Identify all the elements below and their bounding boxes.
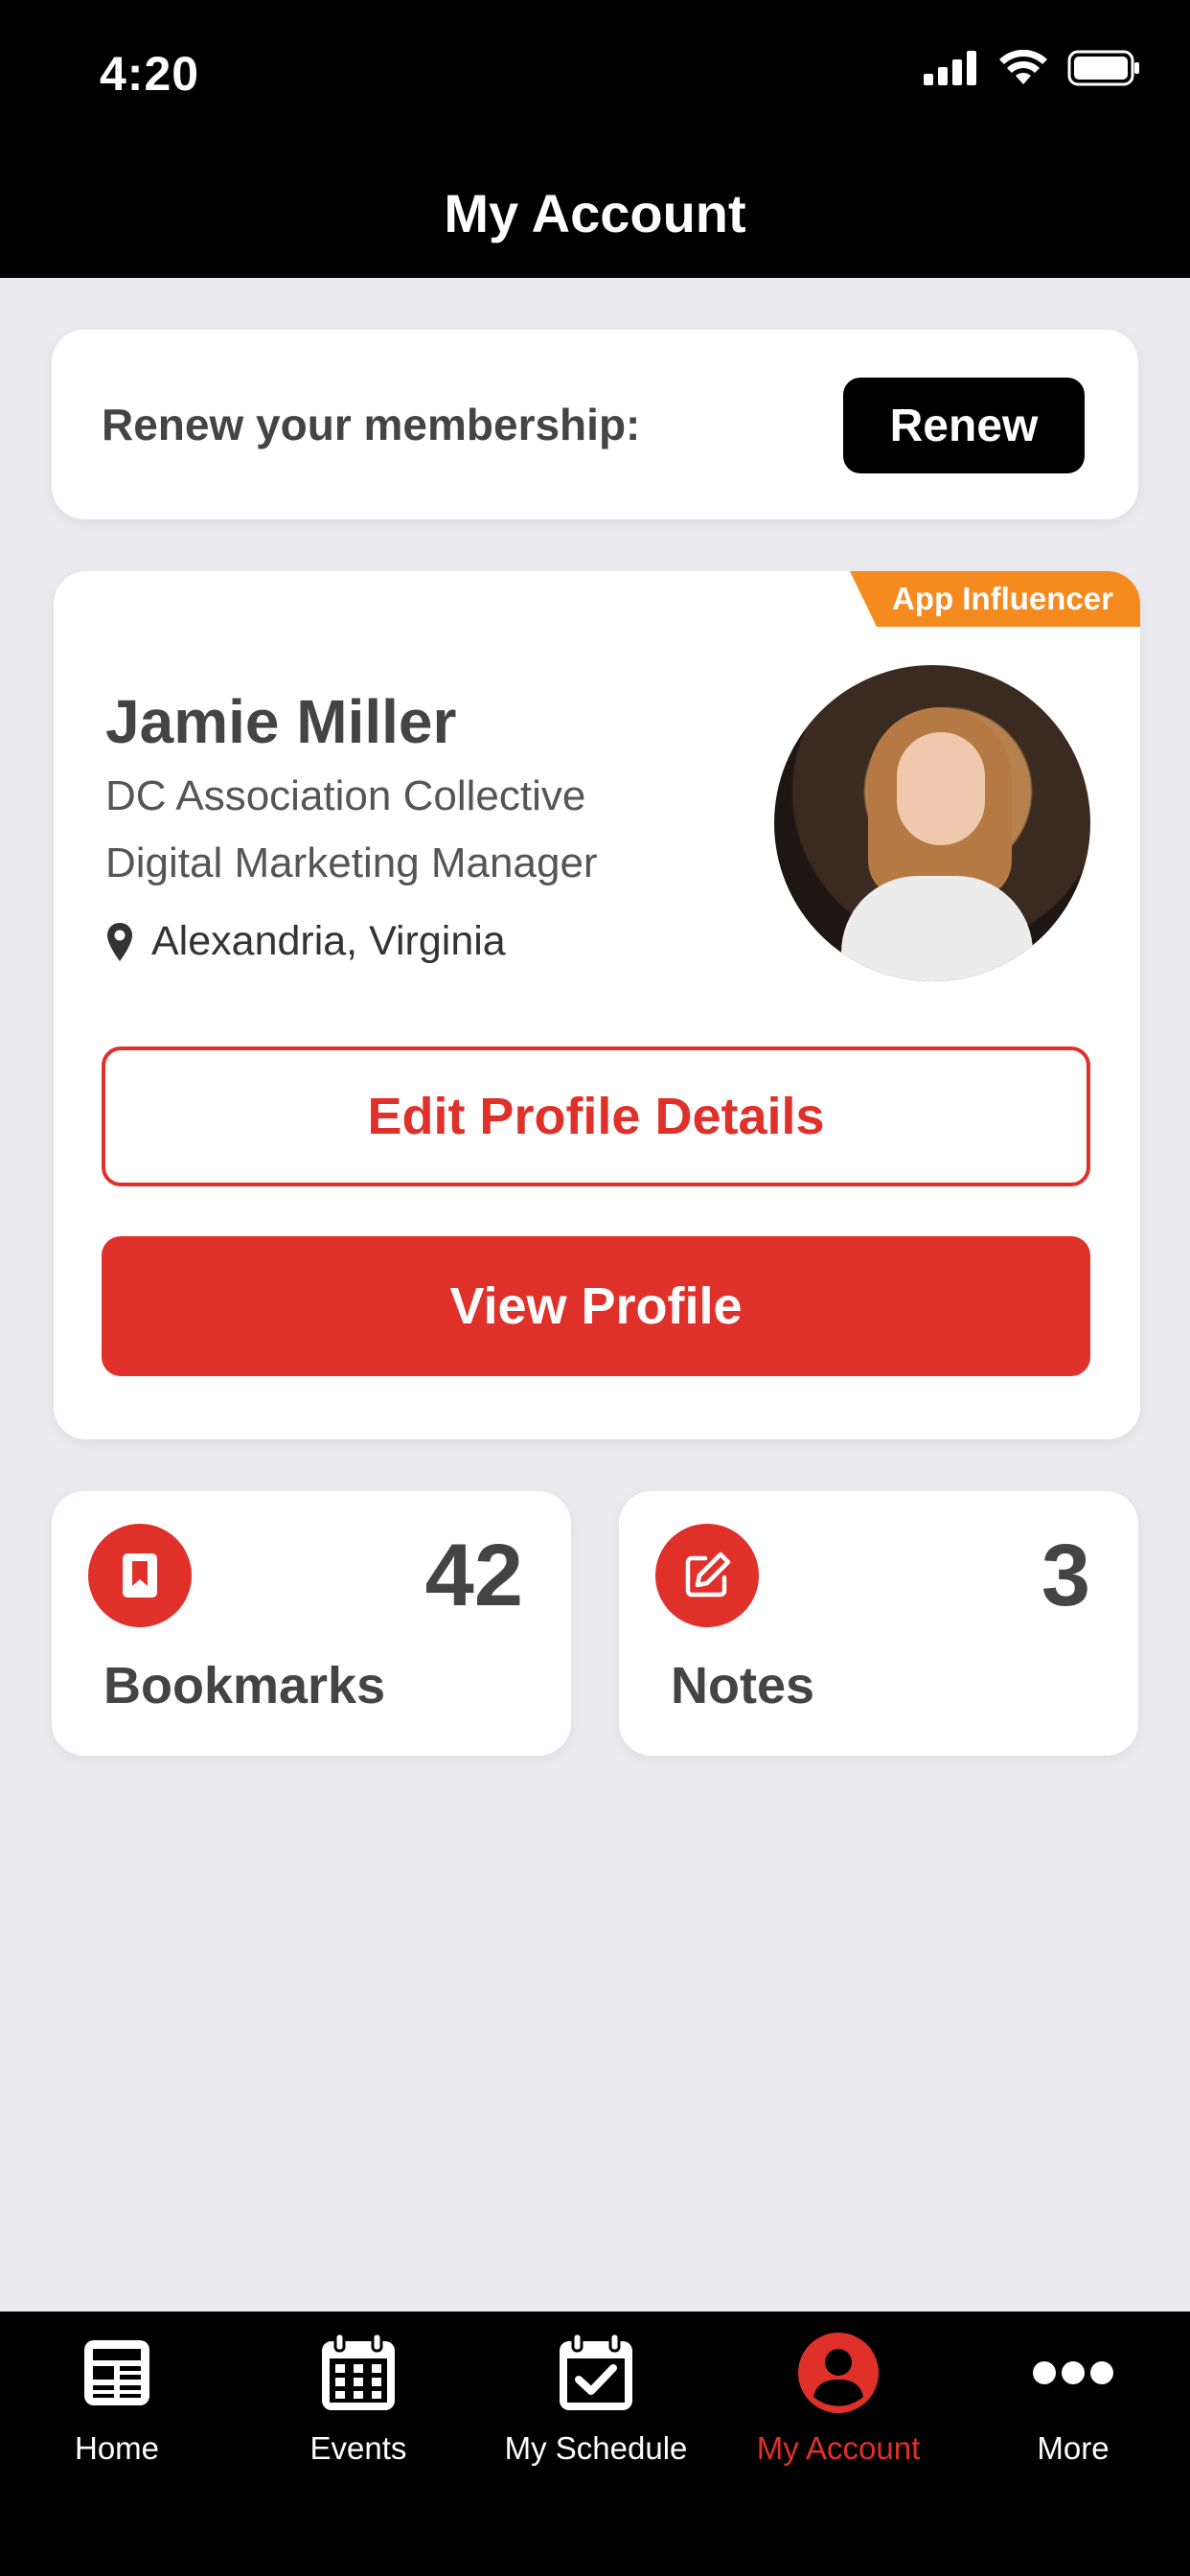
location-pin-icon xyxy=(107,922,132,961)
user-icon xyxy=(792,2327,884,2419)
notes-count: 3 xyxy=(1041,1527,1090,1624)
bookmark-icon xyxy=(88,1524,192,1627)
tab-home[interactable]: Home xyxy=(2,2327,232,2467)
bookmarks-card[interactable]: 42 Bookmarks xyxy=(52,1491,571,1756)
location-text: Alexandria, Virginia xyxy=(151,918,506,964)
notes-label: Notes xyxy=(671,1657,815,1714)
profile-location: Alexandria, Virginia xyxy=(105,918,506,965)
tab-label-home: Home xyxy=(74,2430,160,2466)
notes-card[interactable]: 3 Notes xyxy=(619,1491,1138,1756)
status-icons xyxy=(924,50,1140,86)
calendar-check-icon xyxy=(550,2327,642,2419)
page-title: My Account xyxy=(444,183,746,243)
tab-events[interactable]: Events xyxy=(243,2327,473,2467)
tab-my-account[interactable]: My Account xyxy=(723,2327,953,2467)
bookmarks-count: 42 xyxy=(424,1527,523,1624)
profile-name: Jamie Miller xyxy=(105,687,457,756)
avatar[interactable] xyxy=(774,665,1090,981)
edit-profile-button[interactable]: Edit Profile Details xyxy=(102,1046,1090,1186)
tab-bar: Home Events My Schedule My Account More xyxy=(0,2312,1190,2576)
wifi-icon xyxy=(999,50,1047,84)
avatar-face xyxy=(897,732,985,845)
news-icon xyxy=(71,2327,163,2419)
calendar-icon xyxy=(312,2327,404,2419)
influencer-badge: App Influencer xyxy=(849,571,1140,627)
top-bar: 4:20 My Account xyxy=(0,0,1190,278)
more-icon xyxy=(1027,2327,1119,2419)
tab-my-schedule[interactable]: My Schedule xyxy=(481,2327,711,2467)
tab-label-events: Events xyxy=(309,2430,407,2466)
profile-organization: DC Association Collective xyxy=(105,772,586,819)
tab-label-my-schedule: My Schedule xyxy=(504,2430,688,2466)
bookmarks-label: Bookmarks xyxy=(103,1657,386,1714)
profile-role: Digital Marketing Manager xyxy=(105,840,598,886)
battery-icon xyxy=(1067,50,1139,86)
profile-card: App Influencer Jamie Miller DC Associati… xyxy=(54,571,1140,1439)
edit-note-icon xyxy=(655,1524,759,1627)
tab-more[interactable]: More xyxy=(958,2327,1188,2467)
renew-label: Renew your membership: xyxy=(102,400,641,449)
my-account-screen: 4:20 My Account Renew your membership: R… xyxy=(0,0,1190,2576)
avatar-shirt xyxy=(841,876,1033,981)
renew-membership-card: Renew your membership: Renew xyxy=(52,330,1138,519)
view-profile-button[interactable]: View Profile xyxy=(102,1236,1090,1376)
tab-label-my-account: My Account xyxy=(756,2430,921,2466)
renew-button[interactable]: Renew xyxy=(843,378,1085,473)
status-time: 4:20 xyxy=(100,47,200,101)
tab-label-more: More xyxy=(1037,2430,1110,2466)
signal-icon xyxy=(924,51,976,85)
